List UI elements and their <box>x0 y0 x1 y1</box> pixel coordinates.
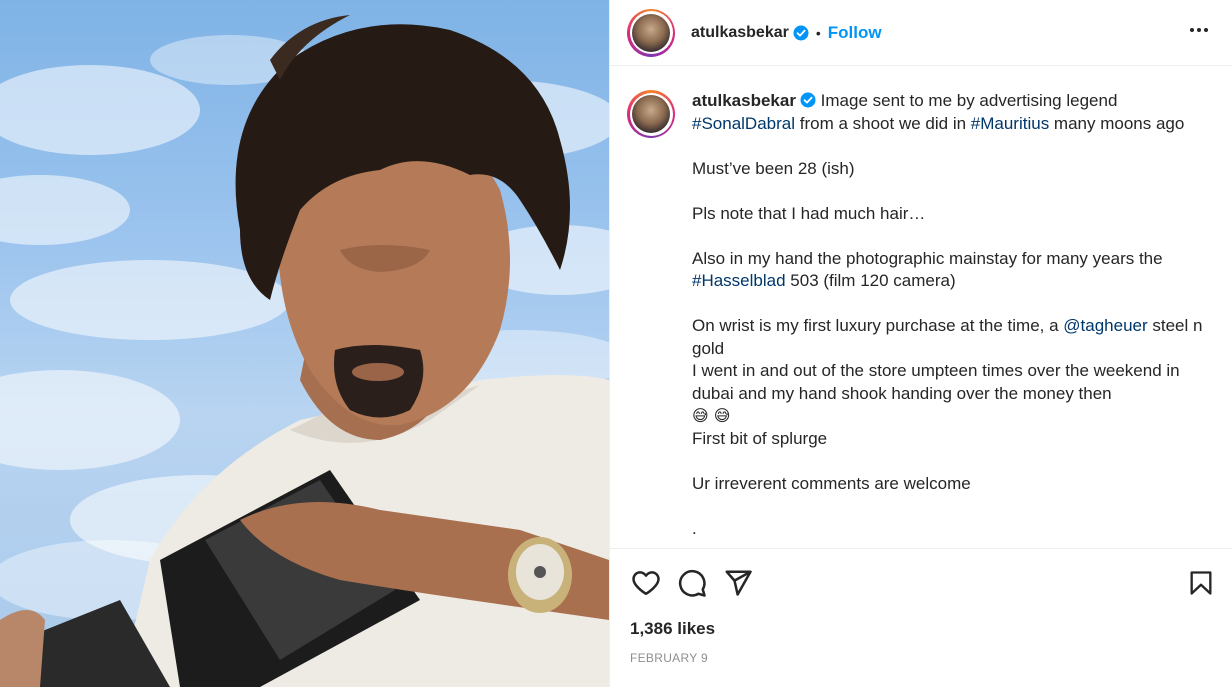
hashtag-hasselblad[interactable]: #Hasselblad <box>692 271 786 290</box>
caption-line2-end: many moons ago <box>1049 113 1185 133</box>
caption-first-paragraph: atulkasbekar Image sent to me by adverti… <box>692 90 1214 135</box>
caption-store: I went in and out of the store umpteen t… <box>692 361 1180 403</box>
caption-area: atulkasbekar Image sent to me by adverti… <box>610 66 1232 548</box>
action-icons <box>630 567 754 599</box>
caption-row: atulkasbekar Image sent to me by adverti… <box>627 90 1217 540</box>
header-username[interactable]: atulkasbekar <box>691 24 789 42</box>
caption-line1: Image sent to me by advertising legend <box>815 91 1118 110</box>
caption-username[interactable]: atulkasbekar <box>692 91 796 110</box>
caption-line2: from a shoot we did in <box>795 113 971 133</box>
comment-button[interactable] <box>676 567 708 599</box>
follow-button[interactable]: Follow <box>828 23 882 43</box>
comment-icon <box>678 569 706 597</box>
caption-hand-start: Also in my hand the photographic mainsta… <box>692 248 1163 268</box>
bookmark-icon <box>1190 571 1212 595</box>
avatar[interactable] <box>627 8 675 57</box>
post-photo[interactable] <box>0 0 609 687</box>
caption-wrist: On wrist is my first luxury purchase at … <box>692 315 1214 360</box>
share-button[interactable] <box>722 567 754 599</box>
more-horizontal-icon[interactable] <box>1187 18 1211 42</box>
save-button[interactable] <box>1185 567 1217 599</box>
caption-comments: Ur irreverent comments are welcome <box>692 473 971 493</box>
hashtag-sonaldabral[interactable]: #SonalDabral <box>692 114 795 133</box>
send-icon <box>725 570 752 596</box>
caption-avatar-image <box>632 95 670 133</box>
caption-splurge: First bit of splurge <box>692 428 828 448</box>
caption-wrist-start: On wrist is my first luxury purchase at … <box>692 316 1064 335</box>
caption-dot: . <box>692 518 697 538</box>
caption-hair: Pls note that I had much hair… <box>692 203 926 223</box>
caption-gap <box>692 180 1214 203</box>
caption-avatar-border <box>629 92 673 136</box>
caption-age: Must’ve been 28 (ish) <box>692 158 855 178</box>
caption-emoji: 😅 😅 <box>692 406 731 425</box>
photo-illustration <box>0 15 609 687</box>
hashtag-mauritius[interactable]: #Mauritius <box>971 114 1049 133</box>
caption-gap <box>692 293 1214 316</box>
caption-gap <box>692 450 1214 473</box>
more-dot <box>1197 28 1201 32</box>
more-dot <box>1204 28 1208 32</box>
caption-avatar[interactable] <box>627 90 675 138</box>
post-header: atulkasbekar • Follow <box>610 0 1232 66</box>
header-separator: • <box>815 24 821 41</box>
instagram-post: atulkasbekar • Follow atulkasbekar Image… <box>0 0 1232 687</box>
caption-gap <box>692 135 1214 158</box>
likes-count[interactable]: 1,386 likes <box>630 619 715 639</box>
more-dot <box>1190 28 1194 32</box>
caption-text: atulkasbekar Image sent to me by adverti… <box>692 90 1214 540</box>
caption-gap <box>692 225 1214 248</box>
mention-tagheuer[interactable]: @tagheuer <box>1063 316 1147 335</box>
avatar-border <box>629 11 673 54</box>
post-side-panel: atulkasbekar • Follow atulkasbekar Image… <box>609 0 1232 687</box>
like-button[interactable] <box>630 567 662 599</box>
actions-bar: 1,386 likes FEBRUARY 9 <box>610 548 1232 687</box>
caption-hand-end: 503 (film 120 camera) <box>785 271 956 290</box>
heart-icon <box>632 571 660 595</box>
caption-gap <box>692 495 1214 518</box>
post-date[interactable]: FEBRUARY 9 <box>630 651 708 665</box>
caption-verified-icon <box>800 92 816 108</box>
avatar-image <box>632 13 670 52</box>
verified-badge-icon <box>793 25 809 40</box>
caption-hand: Also in my hand the photographic mainsta… <box>692 248 1214 293</box>
